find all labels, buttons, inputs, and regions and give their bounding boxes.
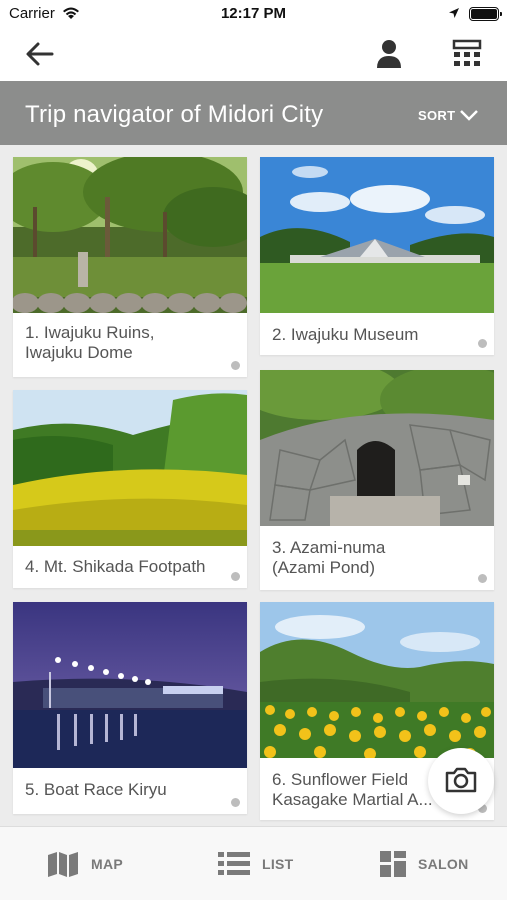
back-arrow-icon[interactable] bbox=[24, 40, 56, 68]
tab-bar: MAP LIST SALON bbox=[0, 826, 507, 900]
spot-label: 4. Mt. Shikada Footpath bbox=[25, 557, 206, 576]
chevron-down-icon bbox=[460, 110, 479, 121]
spot-photo bbox=[13, 157, 247, 313]
map-icon bbox=[48, 852, 78, 877]
tab-label-map: MAP bbox=[91, 856, 124, 872]
spot-photo bbox=[260, 157, 494, 313]
user-icon[interactable] bbox=[374, 38, 404, 70]
nav-bar bbox=[0, 28, 507, 81]
spot-label: 5. Boat Race Kiryu bbox=[25, 780, 167, 799]
tab-list[interactable]: LIST bbox=[218, 827, 294, 900]
tab-label-list: LIST bbox=[262, 856, 294, 872]
tab-map[interactable]: MAP bbox=[47, 827, 123, 900]
status-dot bbox=[231, 798, 240, 807]
spot-photo bbox=[13, 390, 247, 546]
status-dot bbox=[478, 339, 487, 348]
status-bar: Carrier 12:17 PM bbox=[0, 0, 507, 28]
tab-salon[interactable]: SALON bbox=[380, 827, 469, 900]
page-title: Trip navigator of Midori City bbox=[25, 101, 324, 128]
spot-card-boat-race-kiryu[interactable]: 5. Boat Race Kiryu bbox=[13, 602, 247, 814]
spot-card-iwajuku-museum[interactable]: 2. Iwajuku Museum bbox=[260, 157, 494, 355]
battery-icon bbox=[469, 7, 502, 21]
tab-label-salon: SALON bbox=[418, 856, 469, 872]
spot-card-mt-shikada-footpath[interactable]: 4. Mt. Shikada Footpath bbox=[13, 390, 247, 588]
sort-label: SORT bbox=[418, 107, 456, 123]
camera-button[interactable] bbox=[428, 748, 494, 814]
spot-photo bbox=[13, 602, 247, 768]
clock: 12:17 PM bbox=[220, 5, 287, 22]
status-dot bbox=[231, 572, 240, 581]
spot-photo bbox=[260, 370, 494, 526]
spot-card-iwajuku-ruins[interactable]: 1. Iwajuku Ruins, Iwajuku Dome bbox=[13, 157, 247, 377]
spot-photo bbox=[260, 602, 494, 758]
list-icon bbox=[218, 852, 250, 875]
calculator-icon[interactable] bbox=[451, 38, 483, 70]
grid-icon bbox=[380, 851, 406, 877]
spot-label: 6. Sunflower Field Kasagake Martial A... bbox=[272, 770, 433, 809]
sort-button[interactable]: SORT bbox=[418, 105, 480, 125]
camera-icon bbox=[445, 767, 477, 793]
status-dot bbox=[478, 574, 487, 583]
spot-label: 3. Azami-numa (Azami Pond) bbox=[272, 538, 386, 577]
spot-label: 2. Iwajuku Museum bbox=[272, 325, 419, 344]
status-dot bbox=[231, 361, 240, 370]
location-arrow-icon bbox=[449, 8, 459, 18]
spot-label: 1. Iwajuku Ruins, Iwajuku Dome bbox=[25, 323, 155, 362]
title-bar: Trip navigator of Midori City SORT bbox=[0, 81, 507, 145]
spot-card-azami-numa[interactable]: 3. Azami-numa (Azami Pond) bbox=[260, 370, 494, 590]
